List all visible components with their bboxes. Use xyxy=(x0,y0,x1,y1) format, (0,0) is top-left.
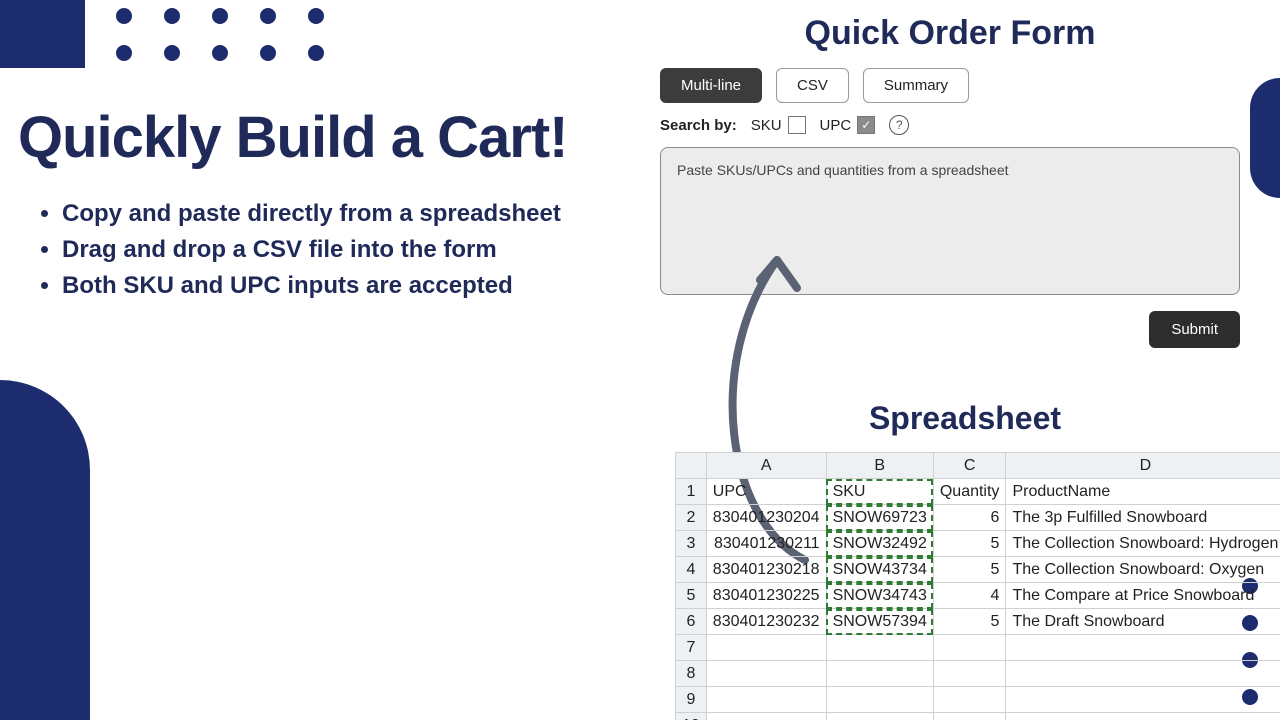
cell[interactable]: SKU xyxy=(826,479,933,505)
col-header[interactable]: C xyxy=(933,453,1006,479)
table-row: 2 830401230204 SNOW69723 6 The 3p Fulfil… xyxy=(676,505,1280,531)
table-row: 5 830401230225 SNOW34743 4 The Compare a… xyxy=(676,583,1280,609)
table-row: 9 xyxy=(676,687,1280,713)
cell[interactable]: 5 xyxy=(933,531,1006,557)
tab-multiline[interactable]: Multi-line xyxy=(660,68,762,103)
sku-checkbox-group[interactable]: SKU xyxy=(751,116,806,134)
cell[interactable]: The Collection Snowboard: Hydrogen xyxy=(1006,531,1280,557)
decor-top-left xyxy=(0,0,85,68)
submit-button[interactable]: Submit xyxy=(1149,311,1240,348)
sku-label: SKU xyxy=(751,117,782,134)
bullet-item: Copy and paste directly from a spreadshe… xyxy=(62,196,561,232)
cell[interactable]: Quantity xyxy=(933,479,1006,505)
table-row: 3 830401230211 SNOW32492 5 The Collectio… xyxy=(676,531,1280,557)
paste-textarea[interactable]: Paste SKUs/UPCs and quantities from a sp… xyxy=(660,147,1240,295)
bullet-item: Drag and drop a CSV file into the form xyxy=(62,232,561,268)
tab-csv[interactable]: CSV xyxy=(776,68,849,103)
page-headline: Quickly Build a Cart! xyxy=(18,104,567,171)
decor-right xyxy=(1250,78,1280,198)
table-row: 10 xyxy=(676,713,1280,720)
cell[interactable]: SNOW43734 xyxy=(826,557,933,583)
search-by-label: Search by: xyxy=(660,117,737,134)
cell[interactable]: 4 xyxy=(933,583,1006,609)
cell[interactable]: The 3p Fulfilled Snowboard xyxy=(1006,505,1280,531)
dots-top-left xyxy=(100,0,340,74)
col-header[interactable]: D xyxy=(1006,453,1280,479)
cell[interactable]: 830401230218 xyxy=(706,557,826,583)
bullet-item: Both SKU and UPC inputs are accepted xyxy=(62,268,561,304)
cell[interactable]: 830401230225 xyxy=(706,583,826,609)
cell[interactable]: SNOW69723 xyxy=(826,505,933,531)
tab-summary[interactable]: Summary xyxy=(863,68,969,103)
upc-checkbox-group[interactable]: UPC ✓ xyxy=(820,116,876,134)
upc-label: UPC xyxy=(820,117,852,134)
table-row: 4 830401230218 SNOW43734 5 The Collectio… xyxy=(676,557,1280,583)
ss-corner[interactable] xyxy=(676,453,707,479)
help-icon[interactable]: ? xyxy=(889,115,909,135)
cell[interactable]: The Draft Snowboard xyxy=(1006,609,1280,635)
qof-title: Quick Order Form xyxy=(660,14,1240,53)
qof-tabs: Multi-line CSV Summary xyxy=(660,64,1240,115)
cell[interactable]: ProductName xyxy=(1006,479,1280,505)
cell[interactable]: 5 xyxy=(933,609,1006,635)
quick-order-form: Multi-line CSV Summary Search by: SKU UP… xyxy=(660,64,1240,348)
spreadsheet-title: Spreadsheet xyxy=(675,400,1255,437)
table-row: 7 xyxy=(676,635,1280,661)
sku-checkbox[interactable] xyxy=(788,116,806,134)
cell[interactable]: 830401230232 xyxy=(706,609,826,635)
decor-bottom-left xyxy=(0,380,90,720)
cell[interactable]: The Compare at Price Snowboard xyxy=(1006,583,1280,609)
cell[interactable]: UPC xyxy=(706,479,826,505)
table-row: 6 830401230232 SNOW57394 5 The Draft Sno… xyxy=(676,609,1280,635)
upc-checkbox[interactable]: ✓ xyxy=(857,116,875,134)
cell[interactable]: 830401230211 xyxy=(706,531,826,557)
cell[interactable]: 830401230204 xyxy=(706,505,826,531)
search-by-row: Search by: SKU UPC ✓ ? xyxy=(660,115,1240,135)
col-header[interactable]: A xyxy=(706,453,826,479)
cell[interactable]: 5 xyxy=(933,557,1006,583)
cell[interactable]: SNOW34743 xyxy=(826,583,933,609)
table-row: 8 xyxy=(676,661,1280,687)
spreadsheet-grid: A B C D 1 UPC SKU Quantity ProductName 2… xyxy=(675,452,1280,720)
cell[interactable]: SNOW32492 xyxy=(826,531,933,557)
col-header[interactable]: B xyxy=(826,453,933,479)
cell[interactable]: 6 xyxy=(933,505,1006,531)
feature-bullets: Copy and paste directly from a spreadshe… xyxy=(36,196,561,304)
cell[interactable]: The Collection Snowboard: Oxygen xyxy=(1006,557,1280,583)
cell[interactable]: SNOW57394 xyxy=(826,609,933,635)
table-row: 1 UPC SKU Quantity ProductName xyxy=(676,479,1280,505)
